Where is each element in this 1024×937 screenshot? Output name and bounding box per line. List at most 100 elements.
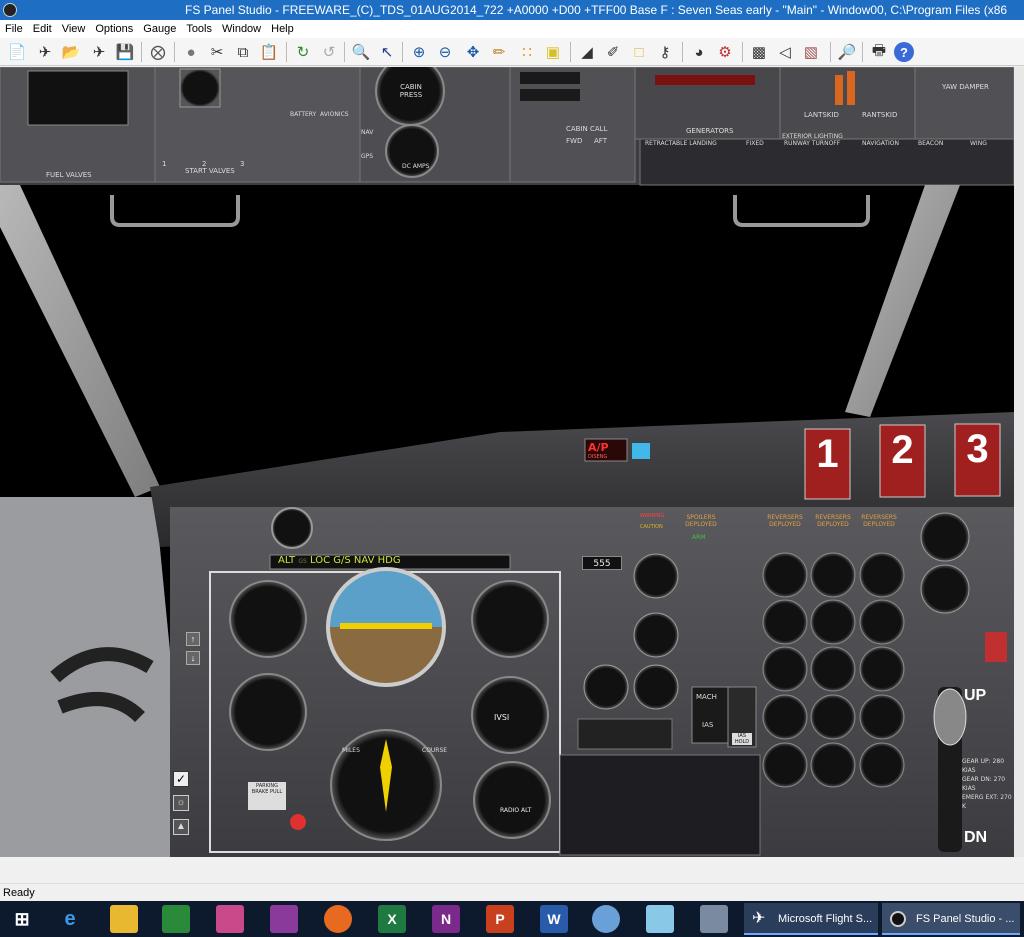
- caution-light[interactable]: CAUTION: [640, 524, 663, 530]
- nav-label: NAV: [361, 129, 374, 136]
- engine-gauges: [762, 552, 905, 788]
- undo-icon[interactable]: ↺: [318, 41, 340, 63]
- pointer-icon[interactable]: ↖: [376, 41, 398, 63]
- edge-icon[interactable]: e: [56, 905, 84, 933]
- menu-options[interactable]: Options: [90, 20, 138, 38]
- airspeed-indicator: [229, 580, 307, 658]
- menu-file[interactable]: File: [0, 20, 28, 38]
- annunciator-hdg: HDG: [377, 555, 401, 566]
- magnifier-icon[interactable]: 🔍: [350, 41, 372, 63]
- menu-view[interactable]: View: [57, 20, 91, 38]
- layer-icon[interactable]: ▣: [542, 41, 564, 63]
- course-label: COURSE: [422, 747, 448, 754]
- beacon-label: BEACON: [918, 140, 944, 147]
- vertical-scrollbar[interactable]: [1014, 67, 1024, 857]
- menu-gauge[interactable]: Gauge: [138, 20, 181, 38]
- sphere-icon[interactable]: ●: [180, 41, 202, 63]
- gps-label: GPS: [361, 153, 374, 160]
- copy-icon[interactable]: ⧉: [232, 41, 254, 63]
- reversers-2: REVERSERS DEPLOYED: [815, 514, 851, 528]
- radio-altimeter: [473, 761, 551, 839]
- engine-flag-3: 3: [966, 427, 989, 471]
- excel-icon[interactable]: X: [378, 905, 406, 933]
- status-bar: Ready: [0, 883, 1024, 901]
- scroll-down-icon[interactable]: ↓: [186, 651, 200, 665]
- powerpoint-icon[interactable]: P: [486, 905, 514, 933]
- connect-icon[interactable]: [270, 905, 298, 933]
- annunciator-strip: ALT GS LOC G/S NAV HDG: [278, 555, 401, 566]
- autopilot-disengage-light[interactable]: A/P: [588, 441, 609, 454]
- parking-brake-handle[interactable]: PARKING BRAKE PULL: [250, 783, 284, 795]
- engine-flag-2: 2: [891, 428, 914, 472]
- color-icon[interactable]: ▧: [800, 41, 822, 63]
- fwd-label: FWD: [566, 137, 583, 145]
- gauge-icon[interactable]: ◕: [688, 41, 710, 63]
- zoom-in-icon[interactable]: ⊕: [408, 41, 430, 63]
- word-icon[interactable]: W: [540, 905, 568, 933]
- menu-edit[interactable]: Edit: [28, 20, 57, 38]
- checkbox-icon[interactable]: ✓: [173, 771, 189, 787]
- annunciator-nav: NAV: [353, 555, 375, 566]
- cabin-call-label: CABIN CALL: [566, 125, 608, 133]
- runway-turnoff-label: RUNWAY TURNOFF: [784, 140, 841, 147]
- paste-icon[interactable]: 📋: [258, 41, 280, 63]
- mach-label: MACH: [696, 693, 717, 701]
- taskbar: ⊞ e X N P W ✈ Microsoft Flight S... FS P…: [0, 901, 1024, 937]
- settings-icon[interactable]: ⚙: [714, 41, 736, 63]
- altimeter: [471, 580, 549, 658]
- store-icon[interactable]: [162, 905, 190, 933]
- window-title: FS Panel Studio - FREEWARE_(C)_TDS_01AUG…: [185, 3, 1008, 17]
- plane-icon[interactable]: ✈: [34, 41, 56, 63]
- attitude-indicator: [326, 567, 446, 687]
- arm-light[interactable]: ARM: [692, 534, 705, 541]
- print-icon[interactable]: 🖶: [868, 41, 890, 63]
- speaker-icon[interactable]: ◁: [774, 41, 796, 63]
- sketch-icon[interactable]: [646, 905, 674, 933]
- retractable-landing-label: RETRACTABLE LANDING: [645, 140, 717, 147]
- firefox-icon[interactable]: [324, 905, 352, 933]
- folder-icon[interactable]: [110, 905, 138, 933]
- annunciator-alt: ALT: [278, 555, 296, 566]
- antenna-icon[interactable]: ▲: [173, 819, 189, 835]
- paint-icon[interactable]: [592, 905, 620, 933]
- miles-label: MILES: [342, 747, 360, 754]
- tool-icon[interactable]: ✐: [602, 41, 624, 63]
- taskbar-flight-sim[interactable]: ✈ Microsoft Flight S...: [744, 903, 878, 935]
- cut-icon[interactable]: ✂: [206, 41, 228, 63]
- open-folder-icon[interactable]: 📂: [60, 41, 82, 63]
- menu-help[interactable]: Help: [266, 20, 299, 38]
- start-valve-3: 3: [240, 160, 245, 168]
- window-icon[interactable]: ▩: [748, 41, 770, 63]
- plane-save-icon[interactable]: ✈: [88, 41, 110, 63]
- save-icon[interactable]: 💾: [114, 41, 136, 63]
- close-circle-icon[interactable]: ⨂: [147, 41, 169, 63]
- onenote-icon[interactable]: N: [432, 905, 460, 933]
- toolbar: 📄 ✈ 📂 ✈ 💾 ⨂ ● ✂ ⧉ 📋 ↻ ↺ 🔍 ↖ ⊕ ⊖ ✥ ✏ ∷ ▣ …: [0, 38, 1024, 66]
- annunciator-gs-small: GS: [298, 558, 307, 565]
- brush-icon[interactable]: ✏: [488, 41, 510, 63]
- light-icon[interactable]: ☼: [173, 795, 189, 811]
- photos-icon[interactable]: [216, 905, 244, 933]
- headset-icon[interactable]: ⚷: [654, 41, 676, 63]
- taskbar-fs-panel-studio[interactable]: FS Panel Studio - ...: [882, 903, 1020, 935]
- grid-icon[interactable]: ∷: [516, 41, 538, 63]
- panel-canvas[interactable]: FUEL VALVES START VALVES 1 2 3 CABIN PRE…: [0, 67, 1014, 857]
- engine-flag-1: 1: [816, 432, 839, 476]
- cabin-press-label: CABIN PRESS: [399, 83, 423, 99]
- warning-light[interactable]: WARNING: [640, 513, 664, 519]
- scroll-up-icon[interactable]: ↑: [186, 632, 200, 646]
- menu-window[interactable]: Window: [217, 20, 266, 38]
- ias-hold-button[interactable]: IAS HOLD: [732, 733, 752, 745]
- move-icon[interactable]: ✥: [462, 41, 484, 63]
- calculator-icon[interactable]: [700, 905, 728, 933]
- menu-tools[interactable]: Tools: [181, 20, 217, 38]
- new-icon[interactable]: 📄: [6, 41, 28, 63]
- cockpit-view: [0, 67, 1014, 857]
- start-icon[interactable]: ⊞: [8, 905, 36, 933]
- zoom-out-icon[interactable]: ⊖: [434, 41, 456, 63]
- help-icon[interactable]: ?: [894, 42, 914, 62]
- redo-icon[interactable]: ↻: [292, 41, 314, 63]
- triangle-icon[interactable]: ◢: [576, 41, 598, 63]
- preview-icon[interactable]: 🔎: [836, 41, 858, 63]
- rectangle-icon[interactable]: □: [628, 41, 650, 63]
